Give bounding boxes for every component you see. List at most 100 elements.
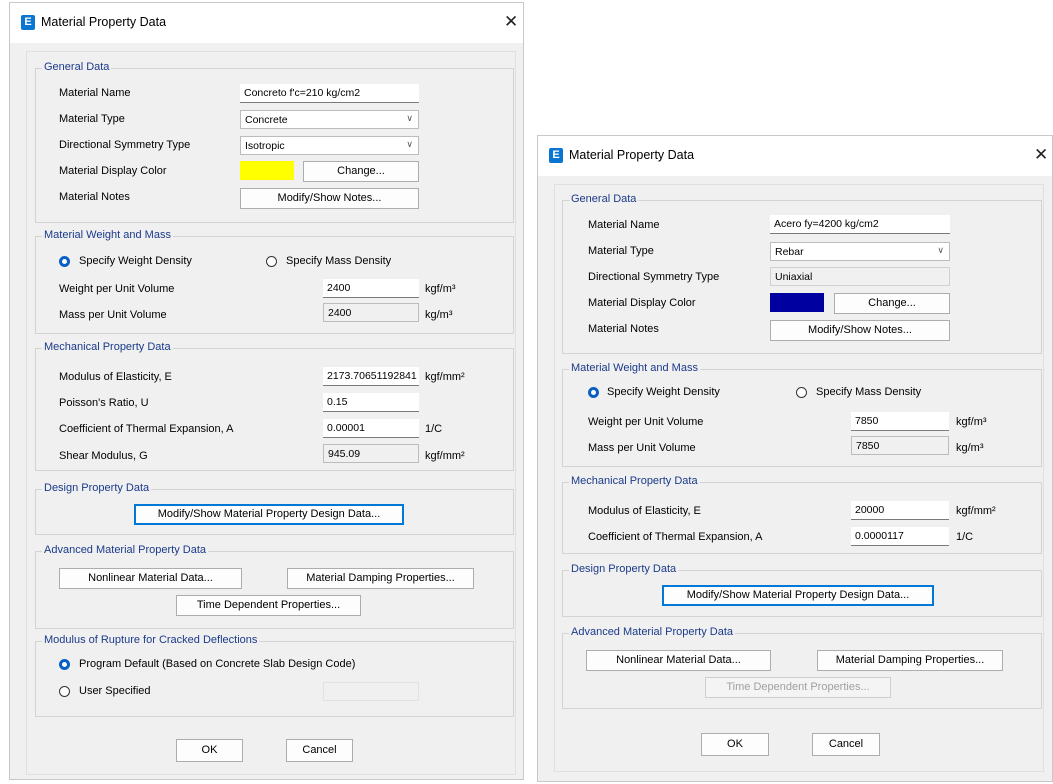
group-label: Design Property Data — [42, 482, 152, 494]
mass-density-radio[interactable] — [796, 387, 807, 398]
mass-density-radio[interactable] — [266, 256, 277, 267]
modify-notes-button[interactable]: Modify/Show Notes... — [770, 320, 950, 341]
user-specified-radio[interactable] — [59, 686, 70, 697]
material-type-select[interactable]: Concrete ∨ — [240, 110, 419, 129]
app-icon: E — [549, 148, 563, 163]
mass-per-volume-label: Mass per Unit Volume — [588, 442, 696, 454]
elasticity-unit: kgf/mm² — [425, 371, 465, 383]
select-value: Isotropic — [245, 140, 285, 152]
material-notes-label: Material Notes — [59, 191, 130, 203]
mass-per-volume-field: 7850 — [851, 436, 949, 455]
group-label: Advanced Material Property Data — [569, 626, 736, 638]
program-default-label: Program Default (Based on Concrete Slab … — [79, 658, 356, 670]
weight-unit: kgf/m³ — [425, 283, 456, 295]
display-color-label: Material Display Color — [59, 165, 167, 177]
material-name-input[interactable]: Concreto f'c=210 kg/cm2 — [240, 84, 419, 103]
mass-per-volume-label: Mass per Unit Volume — [59, 309, 167, 321]
material-name-label: Material Name — [588, 219, 660, 231]
app-icon: E — [21, 15, 35, 30]
symmetry-type-select[interactable]: Isotropic ∨ — [240, 136, 419, 155]
weight-per-volume-label: Weight per Unit Volume — [588, 416, 704, 428]
damping-button[interactable]: Material Damping Properties... — [287, 568, 474, 589]
mass-unit: kg/m³ — [956, 442, 984, 454]
chevron-down-icon: ∨ — [406, 139, 413, 149]
display-color-label: Material Display Color — [588, 297, 696, 309]
material-notes-label: Material Notes — [588, 323, 659, 335]
select-value: Concrete — [245, 114, 288, 126]
elasticity-label: Modulus of Elasticity, E — [59, 371, 172, 383]
shear-modulus-field: 945.09 — [323, 444, 419, 463]
group-label: Mechanical Property Data — [42, 341, 173, 353]
mass-density-label: Specify Mass Density — [816, 386, 922, 398]
group-label: General Data — [569, 193, 639, 205]
weight-per-volume-input[interactable]: 2400 — [323, 279, 419, 298]
weight-density-radio[interactable] — [588, 387, 599, 398]
material-name-input[interactable]: Acero fy=4200 kg/cm2 — [770, 215, 950, 234]
ok-button[interactable]: OK — [176, 739, 243, 762]
design-data-button[interactable]: Modify/Show Material Property Design Dat… — [134, 504, 404, 525]
right-dialog: E Material Property Data ✕ General Data … — [537, 135, 1053, 782]
poisson-label: Poisson's Ratio, U — [59, 397, 149, 409]
color-swatch — [770, 293, 824, 312]
material-type-label: Material Type — [588, 245, 654, 257]
group-label: Mechanical Property Data — [569, 475, 700, 487]
mechanical-group: Mechanical Property Data — [562, 475, 1042, 554]
thermal-expansion-input[interactable]: 0.0000117 — [851, 527, 949, 546]
change-color-button[interactable]: Change... — [303, 161, 419, 182]
thermal-expansion-label: Coefficient of Thermal Expansion, A — [59, 423, 234, 435]
design-data-button[interactable]: Modify/Show Material Property Design Dat… — [662, 585, 934, 606]
close-icon[interactable]: ✕ — [504, 12, 518, 32]
program-default-radio[interactable] — [59, 659, 70, 670]
right-titlebar: E Material Property Data ✕ — [538, 136, 1052, 176]
time-dependent-button[interactable]: Time Dependent Properties... — [176, 595, 361, 616]
ok-button[interactable]: OK — [701, 733, 769, 756]
user-specified-input — [323, 682, 419, 701]
weight-density-radio[interactable] — [59, 256, 70, 267]
nonlinear-button[interactable]: Nonlinear Material Data... — [586, 650, 771, 671]
advanced-group: Advanced Material Property Data — [35, 544, 514, 629]
elasticity-input[interactable]: 2173.70651192841 — [323, 367, 419, 386]
material-name-label: Material Name — [59, 87, 131, 99]
nonlinear-button[interactable]: Nonlinear Material Data... — [59, 568, 242, 589]
chevron-down-icon: ∨ — [937, 245, 944, 255]
thermal-expansion-input[interactable]: 0.00001 — [323, 419, 419, 438]
poisson-input[interactable]: 0.15 — [323, 393, 419, 412]
thermal-unit: 1/C — [956, 531, 974, 543]
weight-per-volume-label: Weight per Unit Volume — [59, 283, 175, 295]
left-titlebar: E Material Property Data ✕ — [10, 3, 523, 43]
shear-unit: kgf/mm² — [425, 450, 465, 462]
thermal-expansion-label: Coefficient of Thermal Expansion, A — [588, 531, 763, 543]
elasticity-label: Modulus of Elasticity, E — [588, 505, 701, 517]
chevron-down-icon: ∨ — [406, 113, 413, 123]
weight-density-label: Specify Weight Density — [607, 386, 720, 398]
symmetry-type-field: Uniaxial — [770, 267, 950, 286]
change-color-button[interactable]: Change... — [834, 293, 950, 314]
group-label: Material Weight and Mass — [42, 229, 173, 241]
mass-density-label: Specify Mass Density — [286, 255, 392, 267]
shear-modulus-label: Shear Modulus, G — [59, 450, 148, 462]
material-type-label: Material Type — [59, 113, 125, 125]
mass-per-volume-field: 2400 — [323, 303, 419, 322]
close-icon[interactable]: ✕ — [1034, 145, 1048, 165]
weight-density-label: Specify Weight Density — [79, 255, 192, 267]
select-value: Rebar — [775, 246, 804, 258]
damping-button[interactable]: Material Damping Properties... — [817, 650, 1003, 671]
weight-unit: kgf/m³ — [956, 416, 987, 428]
elasticity-input[interactable]: 20000 — [851, 501, 949, 520]
cancel-button[interactable]: Cancel — [812, 733, 880, 756]
time-dependent-button: Time Dependent Properties... — [705, 677, 891, 698]
group-label: General Data — [42, 61, 112, 73]
symmetry-type-label: Directional Symmetry Type — [59, 139, 191, 151]
rupture-group: Modulus of Rupture for Cracked Deflectio… — [35, 634, 514, 717]
material-type-select[interactable]: Rebar ∨ — [770, 242, 950, 261]
group-label: Modulus of Rupture for Cracked Deflectio… — [42, 634, 260, 646]
left-dialog: E Material Property Data ✕ General Data … — [9, 2, 524, 780]
mass-unit: kg/m³ — [425, 309, 453, 321]
group-label: Design Property Data — [569, 563, 679, 575]
elasticity-unit: kgf/mm² — [956, 505, 996, 517]
modify-notes-button[interactable]: Modify/Show Notes... — [240, 188, 419, 209]
weight-per-volume-input[interactable]: 7850 — [851, 412, 949, 431]
group-label: Advanced Material Property Data — [42, 544, 209, 556]
dialog-title: Material Property Data — [41, 15, 167, 29]
cancel-button[interactable]: Cancel — [286, 739, 353, 762]
